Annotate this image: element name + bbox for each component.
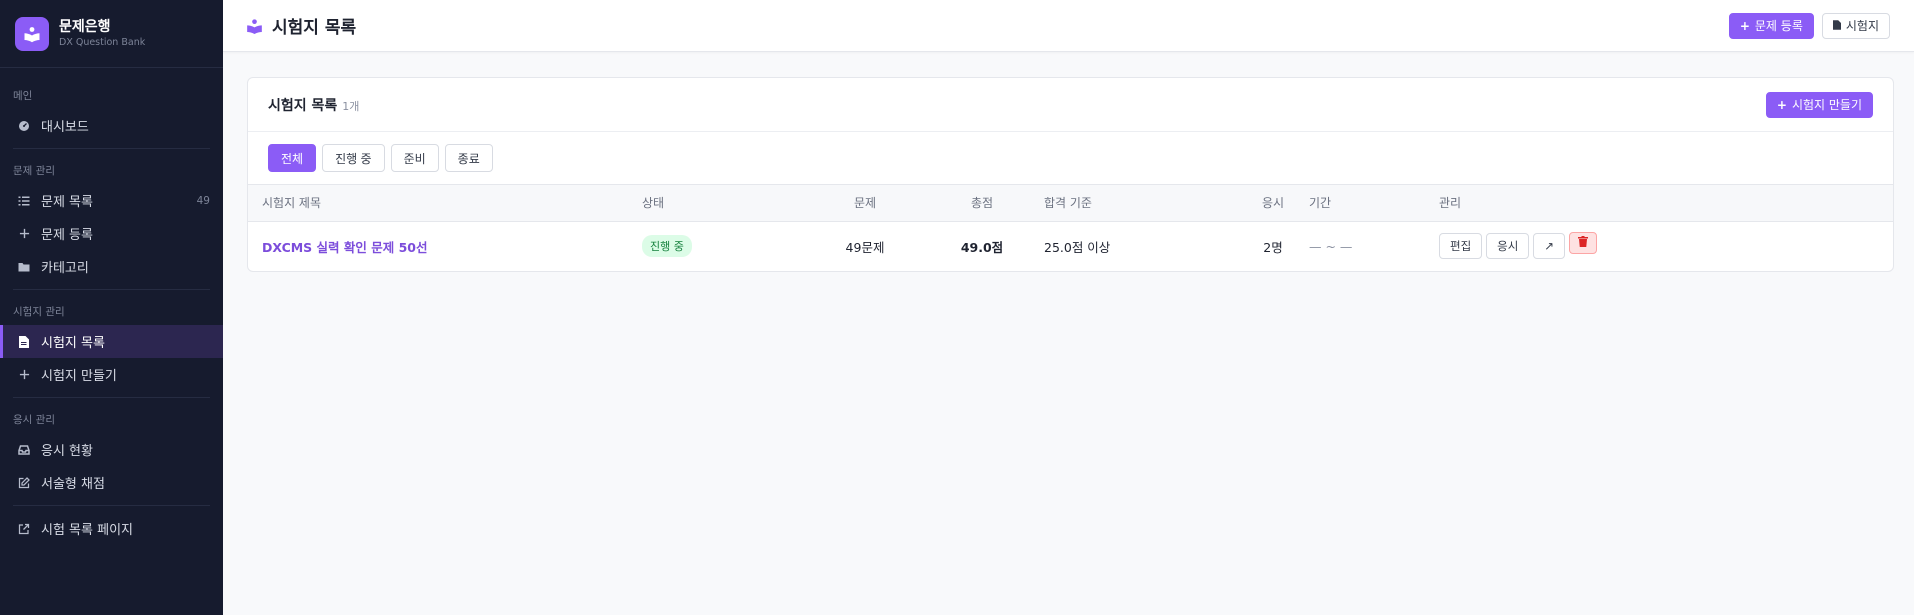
sidebar-item-label: 시험지 만들기 <box>41 369 117 384</box>
exam-table: 시험지 제목 상태 문제 총점 합격 기준 응시 기간 관리 DXCMS 실력 <box>248 185 1893 271</box>
document-icon <box>17 335 31 349</box>
take-exam-button[interactable]: 응시 <box>1486 233 1530 260</box>
open-external-button[interactable]: ↗ <box>1533 233 1565 260</box>
nav-section-title: 메인 <box>13 90 33 102</box>
book-reader-icon <box>15 16 49 51</box>
filter-ready[interactable]: 준비 <box>390 144 439 172</box>
plus-icon <box>17 368 31 382</box>
topbar: 시험지 목록 + 문제 등록 시험지 <box>223 0 1914 52</box>
sidebar-item-dashboard[interactable]: 대시보드 <box>0 109 223 142</box>
col-applicants: 응시 <box>1237 185 1309 222</box>
nav-section-title: 응시 관리 <box>13 414 55 426</box>
sidebar-item-label: 문제 목록 <box>41 195 93 210</box>
list-icon <box>17 194 31 208</box>
exam-list-card: 시험지 목록 1개 + 시험지 만들기 전체 진행 중 준비 종료 시험지 제목… <box>247 77 1894 272</box>
status-badge: 진행 중 <box>642 235 692 258</box>
col-status: 상태 <box>642 185 810 222</box>
brand[interactable]: 문제은행 DX Question Bank <box>0 0 223 68</box>
exam-button[interactable]: 시험지 <box>1821 12 1890 39</box>
nav-section-applications: 응시 관리 응시 현황 서술형 채점 <box>0 398 223 506</box>
col-score: 총점 <box>920 185 1044 222</box>
filter-all[interactable]: 전체 <box>268 144 317 172</box>
exam-title-link[interactable]: DXCMS 실력 확인 문제 50선 <box>262 240 428 255</box>
row-actions: 편집 응시 ↗ <box>1439 232 1893 260</box>
exam-count: 1개 <box>342 99 360 113</box>
external-link-icon <box>17 522 31 536</box>
sidebar-item-label: 서술형 채점 <box>41 477 105 492</box>
nav-section-questions: 문제 관리 문제 목록 49 문제 등록 카테고리 <box>0 149 223 290</box>
filter-ended[interactable]: 종료 <box>444 144 493 172</box>
total-score: 49.0점 <box>960 239 1004 255</box>
sidebar-item-label: 대시보드 <box>41 120 89 135</box>
status-filters: 전체 진행 중 준비 종료 <box>248 132 1893 185</box>
nav-section-exams: 시험지 관리 시험지 목록 시험지 만들기 <box>0 290 223 398</box>
page-title-text: 시험지 목록 <box>272 18 357 38</box>
nav-section-external: 시험 목록 페이지 <box>0 506 223 545</box>
app-root: 문제은행 DX Question Bank 메인 대시보드 문제 관리 문제 목… <box>0 0 1914 615</box>
sidebar-item-category[interactable]: 카테고리 <box>0 250 223 283</box>
applicant-count: 2명 <box>1263 239 1283 255</box>
exam-period: — ~ — <box>1309 238 1353 254</box>
sidebar-item-exam-list[interactable]: 시험지 목록 <box>0 325 223 358</box>
sidebar: 문제은행 DX Question Bank 메인 대시보드 문제 관리 문제 목… <box>0 0 223 615</box>
card-header: 시험지 목록 1개 + 시험지 만들기 <box>248 78 1893 132</box>
nav-section-title: 문제 관리 <box>13 165 55 177</box>
col-manage: 관리 <box>1439 185 1893 222</box>
sidebar-item-add-question[interactable]: 문제 등록 <box>0 217 223 250</box>
folder-icon <box>17 260 31 274</box>
table-header-row: 시험지 제목 상태 문제 총점 합격 기준 응시 기간 관리 <box>248 185 1893 222</box>
pass-criteria: 25.0점 이상 <box>1044 239 1111 255</box>
sidebar-item-label: 시험지 목록 <box>41 336 105 351</box>
sidebar-item-label: 시험 목록 페이지 <box>41 523 133 538</box>
edit-button[interactable]: 편집 <box>1439 233 1483 260</box>
plus-icon: + <box>1776 97 1787 112</box>
document-icon <box>1832 19 1841 33</box>
plus-icon <box>17 227 31 241</box>
topbar-actions: + 문제 등록 시험지 <box>1728 12 1890 39</box>
question-count: 49문제 <box>845 239 885 255</box>
add-question-button[interactable]: + 문제 등록 <box>1728 12 1814 39</box>
page-title: 시험지 목록 <box>246 13 356 38</box>
plus-icon: + <box>1739 18 1750 33</box>
col-title: 시험지 제목 <box>248 185 642 222</box>
col-questions: 문제 <box>810 185 920 222</box>
delete-button[interactable] <box>1568 232 1597 255</box>
sidebar-item-exam-list-page[interactable]: 시험 목록 페이지 <box>0 512 223 545</box>
edit-icon <box>17 476 31 490</box>
create-exam-button[interactable]: + 시험지 만들기 <box>1765 91 1873 118</box>
dashboard-icon <box>17 119 31 133</box>
sidebar-item-essay-grading[interactable]: 서술형 채점 <box>0 466 223 499</box>
sidebar-item-label: 응시 현황 <box>41 444 93 459</box>
brand-subtitle: DX Question Bank <box>59 36 146 48</box>
col-period: 기간 <box>1309 185 1439 222</box>
sidebar-item-create-exam[interactable]: 시험지 만들기 <box>0 358 223 391</box>
col-pass: 합격 기준 <box>1044 185 1237 222</box>
nav-section-main: 메인 대시보드 <box>0 68 223 149</box>
nav-section-title: 시험지 관리 <box>13 306 65 318</box>
card-title: 시험지 목록 1개 <box>268 97 360 114</box>
brand-title: 문제은행 <box>59 18 111 35</box>
sidebar-item-label: 카테고리 <box>41 261 89 276</box>
sidebar-item-label: 문제 등록 <box>41 228 93 243</box>
sidebar-item-question-list[interactable]: 문제 목록 49 <box>0 184 223 217</box>
filter-in-progress[interactable]: 진행 중 <box>322 144 385 172</box>
content: 시험지 목록 1개 + 시험지 만들기 전체 진행 중 준비 종료 시험지 제목… <box>223 52 1914 272</box>
question-count-badge: 49 <box>196 194 210 207</box>
inbox-icon <box>17 443 31 457</box>
book-reader-icon <box>246 18 263 34</box>
trash-icon <box>1577 236 1588 250</box>
sidebar-item-application-status[interactable]: 응시 현황 <box>0 433 223 466</box>
table-row: DXCMS 실력 확인 문제 50선 진행 중 49문제 49.0점 25.0점… <box>248 221 1893 271</box>
main-area: 시험지 목록 + 문제 등록 시험지 시험지 목록 1개 + 시험지 만들기 전… <box>223 0 1914 615</box>
